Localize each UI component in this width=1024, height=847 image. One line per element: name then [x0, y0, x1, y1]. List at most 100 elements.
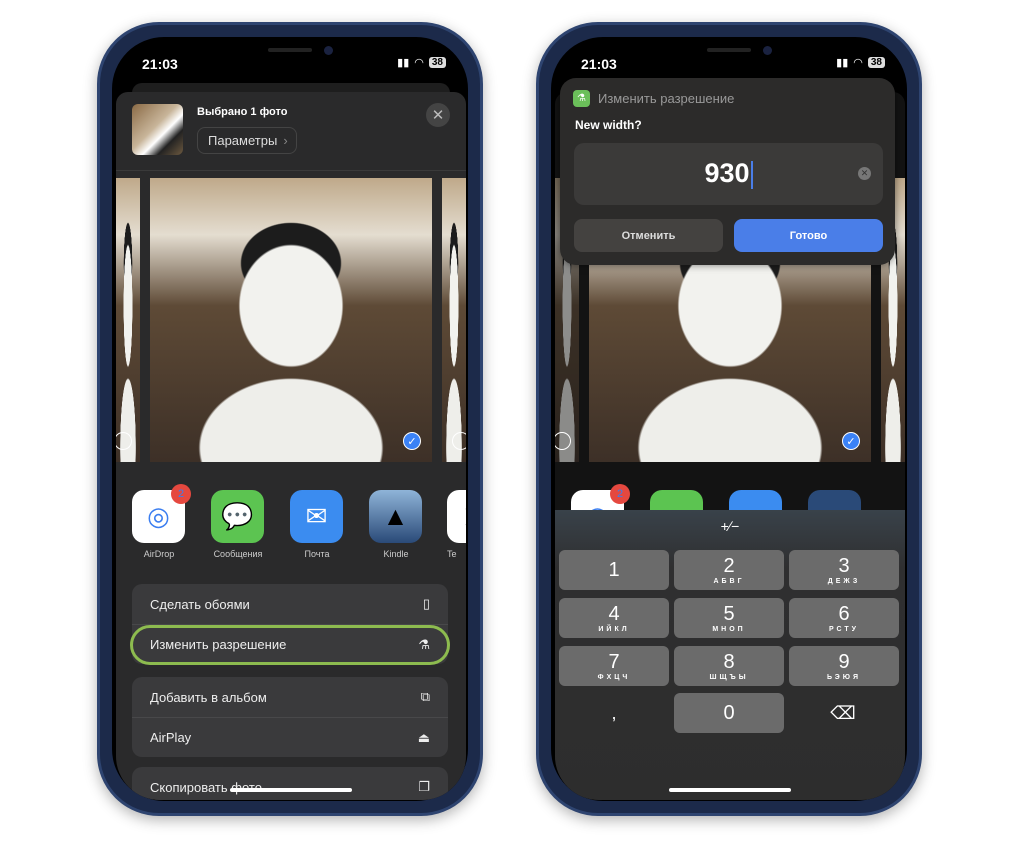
- share-sheet-screen: 21:03 ▮▮ ◠ 38 Выбрано 1 фото Параметры › ✕ …: [116, 40, 466, 800]
- signal-icon: ▮▮: [836, 57, 849, 69]
- key-letters: МНОП: [712, 625, 746, 633]
- app-label: Kindle: [383, 549, 409, 559]
- home-indicator[interactable]: [230, 788, 352, 792]
- app-label: Сообщения: [213, 549, 263, 559]
- photo-main[interactable]: [150, 178, 432, 462]
- checkmark-icon[interactable]: ✓: [403, 432, 421, 450]
- notification-badge: 2: [610, 484, 630, 504]
- flask-icon: ⚗: [573, 90, 590, 107]
- key-3[interactable]: 3 ДЕЖЗ: [789, 550, 899, 590]
- close-button[interactable]: ✕: [426, 103, 450, 127]
- key-digit: 4: [608, 602, 620, 625]
- app-airdrop[interactable]: ◎ 2 AirDrop: [132, 484, 191, 559]
- key-8[interactable]: 8 ШЩЪЫ: [674, 646, 784, 686]
- key-digit: 1: [608, 559, 620, 581]
- key-digit: 0: [723, 702, 735, 724]
- airplay-icon: ⏏: [417, 729, 430, 745]
- action-label: AirPlay: [150, 730, 192, 745]
- close-icon: ✕: [431, 107, 445, 124]
- action-copy-photo[interactable]: Скопировать фото ❐: [132, 767, 448, 800]
- key-digit: 2: [723, 554, 735, 577]
- cancel-button[interactable]: Отменить: [574, 219, 723, 252]
- app-messages[interactable]: 💬 Сообщения: [211, 490, 265, 559]
- app-mail[interactable]: ✉ Почта: [290, 490, 344, 559]
- key-letters: ИЙКЛ: [598, 625, 630, 633]
- key-2[interactable]: 2 АБВГ: [674, 550, 784, 590]
- key-7[interactable]: 7 ФХЦЧ: [559, 646, 669, 686]
- key-digit: 3: [838, 554, 850, 577]
- status-icons: ▮▮ ◠ 38: [397, 56, 446, 69]
- camera-icon: [763, 46, 772, 55]
- highlight-outline: [130, 625, 450, 665]
- kindle-icon: ▲: [369, 490, 422, 543]
- key-5[interactable]: 5 МНОП: [674, 598, 784, 638]
- app-label: AirDrop: [143, 549, 175, 559]
- app-kindle[interactable]: ▲ Kindle: [369, 490, 423, 559]
- photo-prev[interactable]: [116, 178, 140, 462]
- messages-icon: 💬: [211, 490, 264, 543]
- options-button[interactable]: Параметры ›: [197, 127, 297, 154]
- action-label: Добавить в альбом: [150, 689, 267, 705]
- key-letters: РСТУ: [828, 625, 859, 633]
- resolution-dialog-screen: 21:03 ▮▮◠38 ✓ ◎2 ⚗ Изменить разрешение N…: [555, 40, 905, 800]
- unselected-circle-icon[interactable]: [452, 432, 466, 450]
- key-1[interactable]: 1: [559, 550, 669, 590]
- input-dialog: ⚗ Изменить разрешение New width? 930 ✕ О…: [560, 78, 895, 265]
- key-9[interactable]: 9 ЬЭЮЯ: [789, 646, 899, 686]
- key-digit: 9: [838, 650, 850, 673]
- backspace-icon: ⌫: [830, 703, 856, 723]
- app-telegram[interactable]: ➤ Te: [447, 490, 466, 559]
- airdrop-icon: ◎2: [132, 484, 191, 543]
- mail-icon: ✉: [290, 490, 343, 543]
- key-digit: 6: [838, 602, 850, 625]
- photo-thumbnail: [132, 104, 183, 155]
- key-letters: ДЕЖЗ: [827, 577, 861, 585]
- key-6[interactable]: 6 РСТУ: [789, 598, 899, 638]
- app-label: Te: [447, 549, 457, 559]
- signal-icon: ▮▮: [397, 57, 410, 69]
- photo-next[interactable]: [442, 178, 466, 462]
- action-label: Сделать обоями: [150, 596, 250, 612]
- action-group-2: Добавить в альбом ⧉ AirPlay ⏏: [132, 677, 448, 757]
- key-letters: АБВГ: [713, 577, 745, 585]
- text-caret: [750, 160, 753, 189]
- width-input[interactable]: 930 ✕: [574, 143, 883, 205]
- key-letters: ШЩЪЫ: [709, 673, 749, 681]
- key-4[interactable]: 4 ИЙКЛ: [559, 598, 669, 638]
- width-value: 930: [704, 158, 750, 188]
- key-digit: 7: [608, 650, 620, 673]
- status-time: 21:03: [142, 56, 178, 72]
- app-label: Почта: [304, 549, 330, 559]
- key-0[interactable]: 0: [674, 693, 784, 733]
- wifi-icon: ◠: [414, 57, 424, 69]
- action-airplay[interactable]: AirPlay ⏏: [132, 717, 448, 757]
- home-indicator[interactable]: [669, 788, 791, 792]
- dialog-question: New width?: [575, 118, 642, 132]
- comma-key[interactable]: ,: [559, 693, 669, 733]
- battery-icon: 38: [867, 57, 885, 68]
- key-digit: 8: [723, 650, 735, 673]
- phone-icon: ▯: [422, 596, 430, 611]
- action-label: Скопировать фото: [150, 779, 262, 795]
- action-add-to-album[interactable]: Добавить в альбом ⧉: [132, 677, 448, 717]
- wifi-icon: ◠: [853, 57, 863, 69]
- camera-icon: [324, 46, 333, 55]
- dialog-app-title: Изменить разрешение: [598, 91, 735, 106]
- checkmark-icon: ✓: [842, 432, 860, 450]
- selected-count: Выбрано 1 фото: [197, 106, 288, 118]
- sign-toggle-key[interactable]: +∕−: [555, 518, 905, 534]
- done-button[interactable]: Готово: [734, 219, 883, 252]
- key-letters: ЬЭЮЯ: [827, 673, 861, 681]
- numeric-keypad: +∕− 1 2 АБВГ 3 ДЕЖЗ 4 ИЙКЛ 5 МНОП 6 РСТУ 7 ФХЦЧ 8 ШЩЪЫ…: [555, 510, 905, 800]
- notification-badge: 2: [171, 484, 191, 504]
- status-time: 21:03: [581, 56, 617, 72]
- clear-input-button[interactable]: ✕: [858, 167, 871, 180]
- copy-icon: ❐: [418, 779, 430, 794]
- options-label: Параметры: [208, 133, 278, 148]
- status-icons: ▮▮ ◠ 38: [836, 56, 885, 69]
- battery-icon: 38: [428, 57, 446, 68]
- backspace-key[interactable]: ⌫: [788, 693, 898, 733]
- key-digit: 5: [723, 602, 735, 625]
- add-album-icon: ⧉: [420, 689, 430, 704]
- action-set-wallpaper[interactable]: Сделать обоями ▯: [132, 584, 448, 624]
